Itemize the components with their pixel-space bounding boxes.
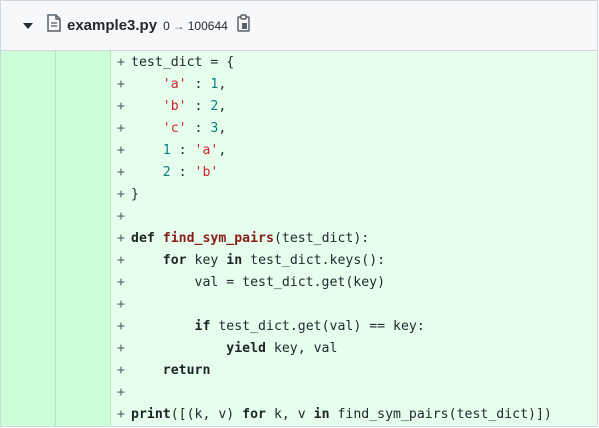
addition-marker: +: [117, 77, 125, 92]
addition-marker: +: [117, 187, 125, 202]
addition-marker: +: [117, 55, 125, 70]
diff-body: + test_dict = {+ 'a' : 1, + 'b' : 2, + 'c' …: [1, 51, 597, 426]
diff-line: + return: [111, 360, 597, 382]
diff-line: + 'c' : 3,: [111, 118, 597, 140]
diff-line: + def find_sym_pairs(test_dict):: [111, 228, 597, 250]
addition-marker: +: [117, 209, 125, 224]
code-token: 'a': [194, 143, 219, 158]
code-token: :: [186, 121, 211, 136]
code-token: 1: [162, 143, 171, 158]
diff-line: + print([(k, v) for k, v in find_sym_pair…: [111, 404, 597, 426]
file-header: example3.py 0 → 100644: [1, 1, 597, 51]
addition-marker: +: [117, 385, 125, 400]
file-name[interactable]: example3.py: [67, 17, 157, 34]
diff-line: + 'b' : 2,: [111, 96, 597, 118]
code-token: k, v: [266, 407, 314, 422]
chevron-down-icon[interactable]: [23, 22, 33, 29]
code-token: :: [170, 143, 195, 158]
diff-line: + for key in test_dict.keys():: [111, 250, 597, 272]
code-token: val = test_dict.get(key): [131, 275, 386, 290]
code-token: key, val: [265, 341, 338, 356]
diff-line: + 'a' : 1,: [111, 74, 597, 96]
addition-marker: +: [117, 319, 125, 334]
code-token: 'b': [162, 99, 187, 114]
code-token: for: [162, 253, 187, 268]
diff-line: +: [111, 382, 597, 404]
code-token: test_dict = {: [131, 55, 235, 70]
addition-marker: +: [117, 231, 125, 246]
code-token: in: [226, 253, 243, 268]
mode-change-arrow: →: [172, 18, 185, 33]
code-token: test_dict.get(val) == key:: [210, 319, 425, 334]
code-token: in: [313, 407, 330, 422]
file-mode-old: 0: [163, 18, 170, 33]
diff-line: + 2 : 'b': [111, 162, 597, 184]
diff-line: + val = test_dict.get(key): [111, 272, 597, 294]
diff-line: + test_dict = {: [111, 52, 597, 74]
code-token: 'c': [162, 121, 187, 136]
diff-line: +}: [111, 184, 597, 206]
new-line-number-gutter[interactable]: [56, 51, 111, 426]
code-token: :: [186, 77, 211, 92]
copy-path-icon[interactable]: [228, 14, 251, 37]
code-token: key: [186, 253, 227, 268]
code-token: ,: [218, 121, 227, 136]
addition-marker: +: [117, 407, 125, 422]
code-token: find_sym_pairs: [162, 231, 274, 246]
addition-marker: +: [117, 143, 125, 158]
diff-line: +: [111, 206, 597, 228]
code-lines: + test_dict = {+ 'a' : 1, + 'b' : 2, + 'c' …: [111, 52, 597, 426]
diff-file: example3.py 0 → 100644 + test_dict = { + '…: [0, 0, 598, 427]
diff-line: + if test_dict.get(val) == key:: [111, 316, 597, 338]
code-token: yield: [226, 341, 266, 356]
code-token: 'b': [194, 165, 219, 180]
addition-marker: +: [117, 121, 125, 136]
code-token: ([(k, v): [170, 407, 243, 422]
diff-line: + yield key, val: [111, 338, 597, 360]
addition-marker: +: [117, 99, 125, 114]
code-token: if: [194, 319, 211, 334]
code-token: print: [131, 407, 171, 422]
code-token: ,: [218, 77, 227, 92]
code-token: def: [131, 231, 155, 246]
addition-marker: +: [117, 165, 125, 180]
addition-marker: +: [117, 275, 125, 290]
addition-marker: +: [117, 363, 125, 378]
code-token: for: [242, 407, 266, 422]
code-token: test_dict.keys():: [242, 253, 386, 268]
code-token: 'a': [162, 77, 187, 92]
file-mode-new: 100644: [187, 18, 228, 33]
code-token: :: [186, 99, 211, 114]
code-token: ,: [218, 99, 227, 114]
code-token: return: [162, 363, 211, 378]
code-token: :: [170, 165, 195, 180]
addition-marker: +: [117, 253, 125, 268]
diff-line: +: [111, 294, 597, 316]
code-token: (test_dict):: [273, 231, 370, 246]
old-line-number-gutter[interactable]: [1, 51, 56, 426]
file-icon: [47, 14, 67, 37]
code-token: find_sym_pairs(test_dict)]): [329, 407, 552, 422]
addition-marker: +: [117, 297, 125, 312]
addition-marker: +: [117, 341, 125, 356]
code-token: }: [131, 187, 139, 202]
diff-line: + 1 : 'a',: [111, 140, 597, 162]
code-token: ,: [218, 143, 227, 158]
code-token: 2: [162, 165, 171, 180]
